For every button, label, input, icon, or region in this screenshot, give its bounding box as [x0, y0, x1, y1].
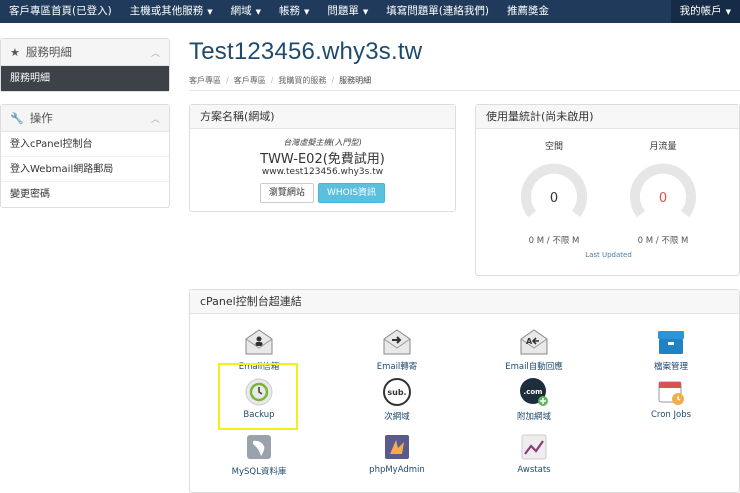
nav-affiliates[interactable]: 推薦獎金 — [498, 0, 558, 23]
actions-panel-title: 操作 — [29, 111, 53, 125]
sidebar-item-webmail-login[interactable]: 登入Webmail網路郵局 — [1, 157, 169, 182]
disk-gauge-value: 0 — [549, 191, 559, 206]
traffic-gauge-label: 月流量 — [649, 142, 677, 152]
nav-billing-label: 帳務 — [278, 5, 300, 17]
sidebar-item-service-detail[interactable]: 服務明細 — [1, 66, 169, 91]
nav-open-ticket[interactable]: 填寫問題單(連絡我們) — [377, 0, 498, 23]
breadcrumb-separator: / — [226, 76, 229, 85]
disk-gauge: 空間 0 0 M / 不限 M — [509, 139, 599, 246]
breadcrumb-link[interactable]: 客戶專區 — [234, 76, 266, 85]
cpanel-icon-label: 檔案管理 — [653, 362, 688, 372]
nav-domains-label: 網域 — [230, 5, 252, 17]
cpanel-panel-header: cPanel控制台超連結 — [190, 290, 739, 314]
nav-home[interactable]: 客戶專區首頁(已登入) — [0, 0, 121, 23]
plan-domain: www.test123456.why3s.tw — [261, 167, 384, 177]
caret-down-icon: ▼ — [207, 8, 213, 16]
service-panel-title: 服務明細 — [25, 45, 72, 59]
star-icon: ★ — [10, 45, 20, 59]
plan-panel: 方案名稱(網域) 台灣虛擬主機(入門型) TWW-E02(免費試用) www.t… — [189, 104, 456, 212]
breadcrumb: 客戶專區 / 客戶專區 / 我購買的服務 / 服務明細 — [189, 75, 371, 86]
usage-panel-header: 使用量統計(尚未啟用) — [476, 105, 739, 129]
sidebar-item-cpanel-login[interactable]: 登入cPanel控制台 — [1, 132, 169, 157]
cpanel-icon-label: Awstats — [517, 465, 551, 475]
cpanel-icon-label: MySQL資料庫 — [231, 467, 287, 477]
sidebar-item-change-password[interactable]: 變更密碼 — [1, 182, 169, 207]
envelope-autoreply-icon: A — [520, 329, 548, 355]
nav-services[interactable]: 主機或其他服務 ▼ — [121, 0, 222, 23]
nav-domains[interactable]: 網域 ▼ — [222, 0, 270, 23]
cpanel-autoresponders[interactable]: A Email自動回應 — [479, 327, 589, 372]
plan-name: TWW-E02(免費試用) — [260, 152, 385, 167]
cpanel-email-forwarders[interactable]: Email轉寄 — [342, 327, 452, 372]
cpanel-addon-domains[interactable]: .com 附加網域 — [479, 377, 589, 422]
awstats-chart-icon — [521, 434, 547, 460]
divider — [189, 90, 740, 91]
usage-panel: 使用量統計(尚未啟用) 空間 0 0 M / 不限 M 月流量 0 0 M / … — [475, 104, 740, 276]
cpanel-mysql[interactable]: MySQL資料庫 — [204, 432, 314, 477]
svg-text:sub.: sub. — [387, 388, 406, 397]
svg-text:.com: .com — [524, 388, 543, 396]
plan-logo-text: 台灣虛擬主機(入門型) — [283, 138, 362, 147]
service-panel: ★ 服務明細 ︿ 服務明細 — [0, 38, 170, 92]
actions-panel-header[interactable]: 🔧 操作 ︿ — [1, 105, 169, 132]
caret-down-icon: ▼ — [255, 8, 261, 16]
breadcrumb-separator: / — [331, 76, 335, 85]
calendar-clock-icon — [658, 381, 684, 405]
addon-domain-icon: .com — [520, 378, 548, 406]
cpanel-subdomains[interactable]: sub. 次網域 — [342, 377, 452, 422]
wrench-icon: 🔧 — [10, 111, 24, 125]
phpmyadmin-icon — [385, 435, 409, 459]
chevron-up-icon[interactable]: ︿ — [151, 112, 160, 125]
cpanel-awstats[interactable]: Awstats — [479, 432, 589, 475]
top-nav: 客戶專區首頁(已登入) 主機或其他服務 ▼ 網域 ▼ 帳務 ▼ 問題單 ▼ 填寫問題單(… — [0, 0, 740, 23]
file-manager-icon — [658, 331, 684, 354]
nav-tickets-label: 問題單 — [327, 5, 359, 17]
cpanel-icon-label: 附加網域 — [516, 412, 551, 422]
breadcrumb-link[interactable]: 客戶專區 — [189, 76, 221, 85]
nav-account[interactable]: 我的帳戶 ▼ — [670, 0, 740, 23]
traffic-gauge: 月流量 0 0 M / 不限 M — [618, 139, 708, 246]
nav-services-label: 主機或其他服務 — [129, 5, 204, 17]
nav-account-label: 我的帳戶 — [679, 5, 722, 17]
actions-panel: 🔧 操作 ︿ 登入cPanel控制台 登入Webmail網路郵局 變更密碼 — [0, 104, 170, 208]
disk-gauge-footer: 0 M / 不限 M — [528, 236, 580, 246]
nav-billing[interactable]: 帳務 ▼ — [270, 0, 318, 23]
cpanel-file-manager[interactable]: 檔案管理 — [616, 327, 726, 372]
breadcrumb-link[interactable]: 我購買的服務 — [278, 76, 326, 85]
disk-gauge-label: 空間 — [544, 142, 563, 152]
sidebar: ★ 服務明細 ︿ 服務明細 🔧 操作 ︿ 登入cPanel控制台 登入Webma… — [0, 38, 170, 220]
whois-button[interactable]: WHOIS資訊 — [317, 183, 386, 203]
traffic-gauge-value: 0 — [658, 191, 668, 206]
caret-down-icon: ▼ — [303, 8, 310, 16]
cpanel-icon-label: Email轉寄 — [376, 362, 418, 372]
caret-down-icon: ▼ — [725, 8, 731, 16]
page-title: Test123456.why3s.tw — [189, 38, 423, 65]
caret-down-icon: ▼ — [362, 8, 369, 16]
breadcrumb-separator: / — [270, 76, 274, 85]
last-updated-text: Last Updated — [585, 251, 632, 259]
traffic-gauge-footer: 0 M / 不限 M — [637, 236, 689, 246]
browse-site-button[interactable]: 瀏覽網站 — [259, 183, 314, 203]
subdomain-icon: sub. — [383, 378, 411, 406]
cpanel-icon-label: 次網域 — [384, 412, 410, 422]
envelope-forward-icon — [383, 329, 411, 355]
cpanel-icon-label: Email自動回應 — [505, 362, 563, 372]
cpanel-icon-label: Cron Jobs — [650, 410, 692, 420]
mysql-database-icon — [247, 435, 271, 459]
svg-text:A: A — [526, 337, 533, 346]
cpanel-phpmyadmin[interactable]: phpMyAdmin — [342, 432, 452, 475]
cpanel-cron-jobs[interactable]: Cron Jobs — [616, 377, 726, 420]
backup-highlight-box — [218, 363, 298, 430]
service-panel-header[interactable]: ★ 服務明細 ︿ — [1, 39, 169, 66]
envelope-user-icon — [245, 329, 273, 355]
plan-buttons: 瀏覽網站 WHOIS資訊 — [190, 183, 455, 203]
plan-panel-header: 方案名稱(網域) — [190, 105, 455, 129]
chevron-up-icon[interactable]: ︿ — [151, 46, 160, 59]
cpanel-icon-label: phpMyAdmin — [369, 465, 425, 475]
breadcrumb-current: 服務明細 — [339, 76, 372, 85]
nav-tickets[interactable]: 問題單 ▼ — [318, 0, 377, 23]
